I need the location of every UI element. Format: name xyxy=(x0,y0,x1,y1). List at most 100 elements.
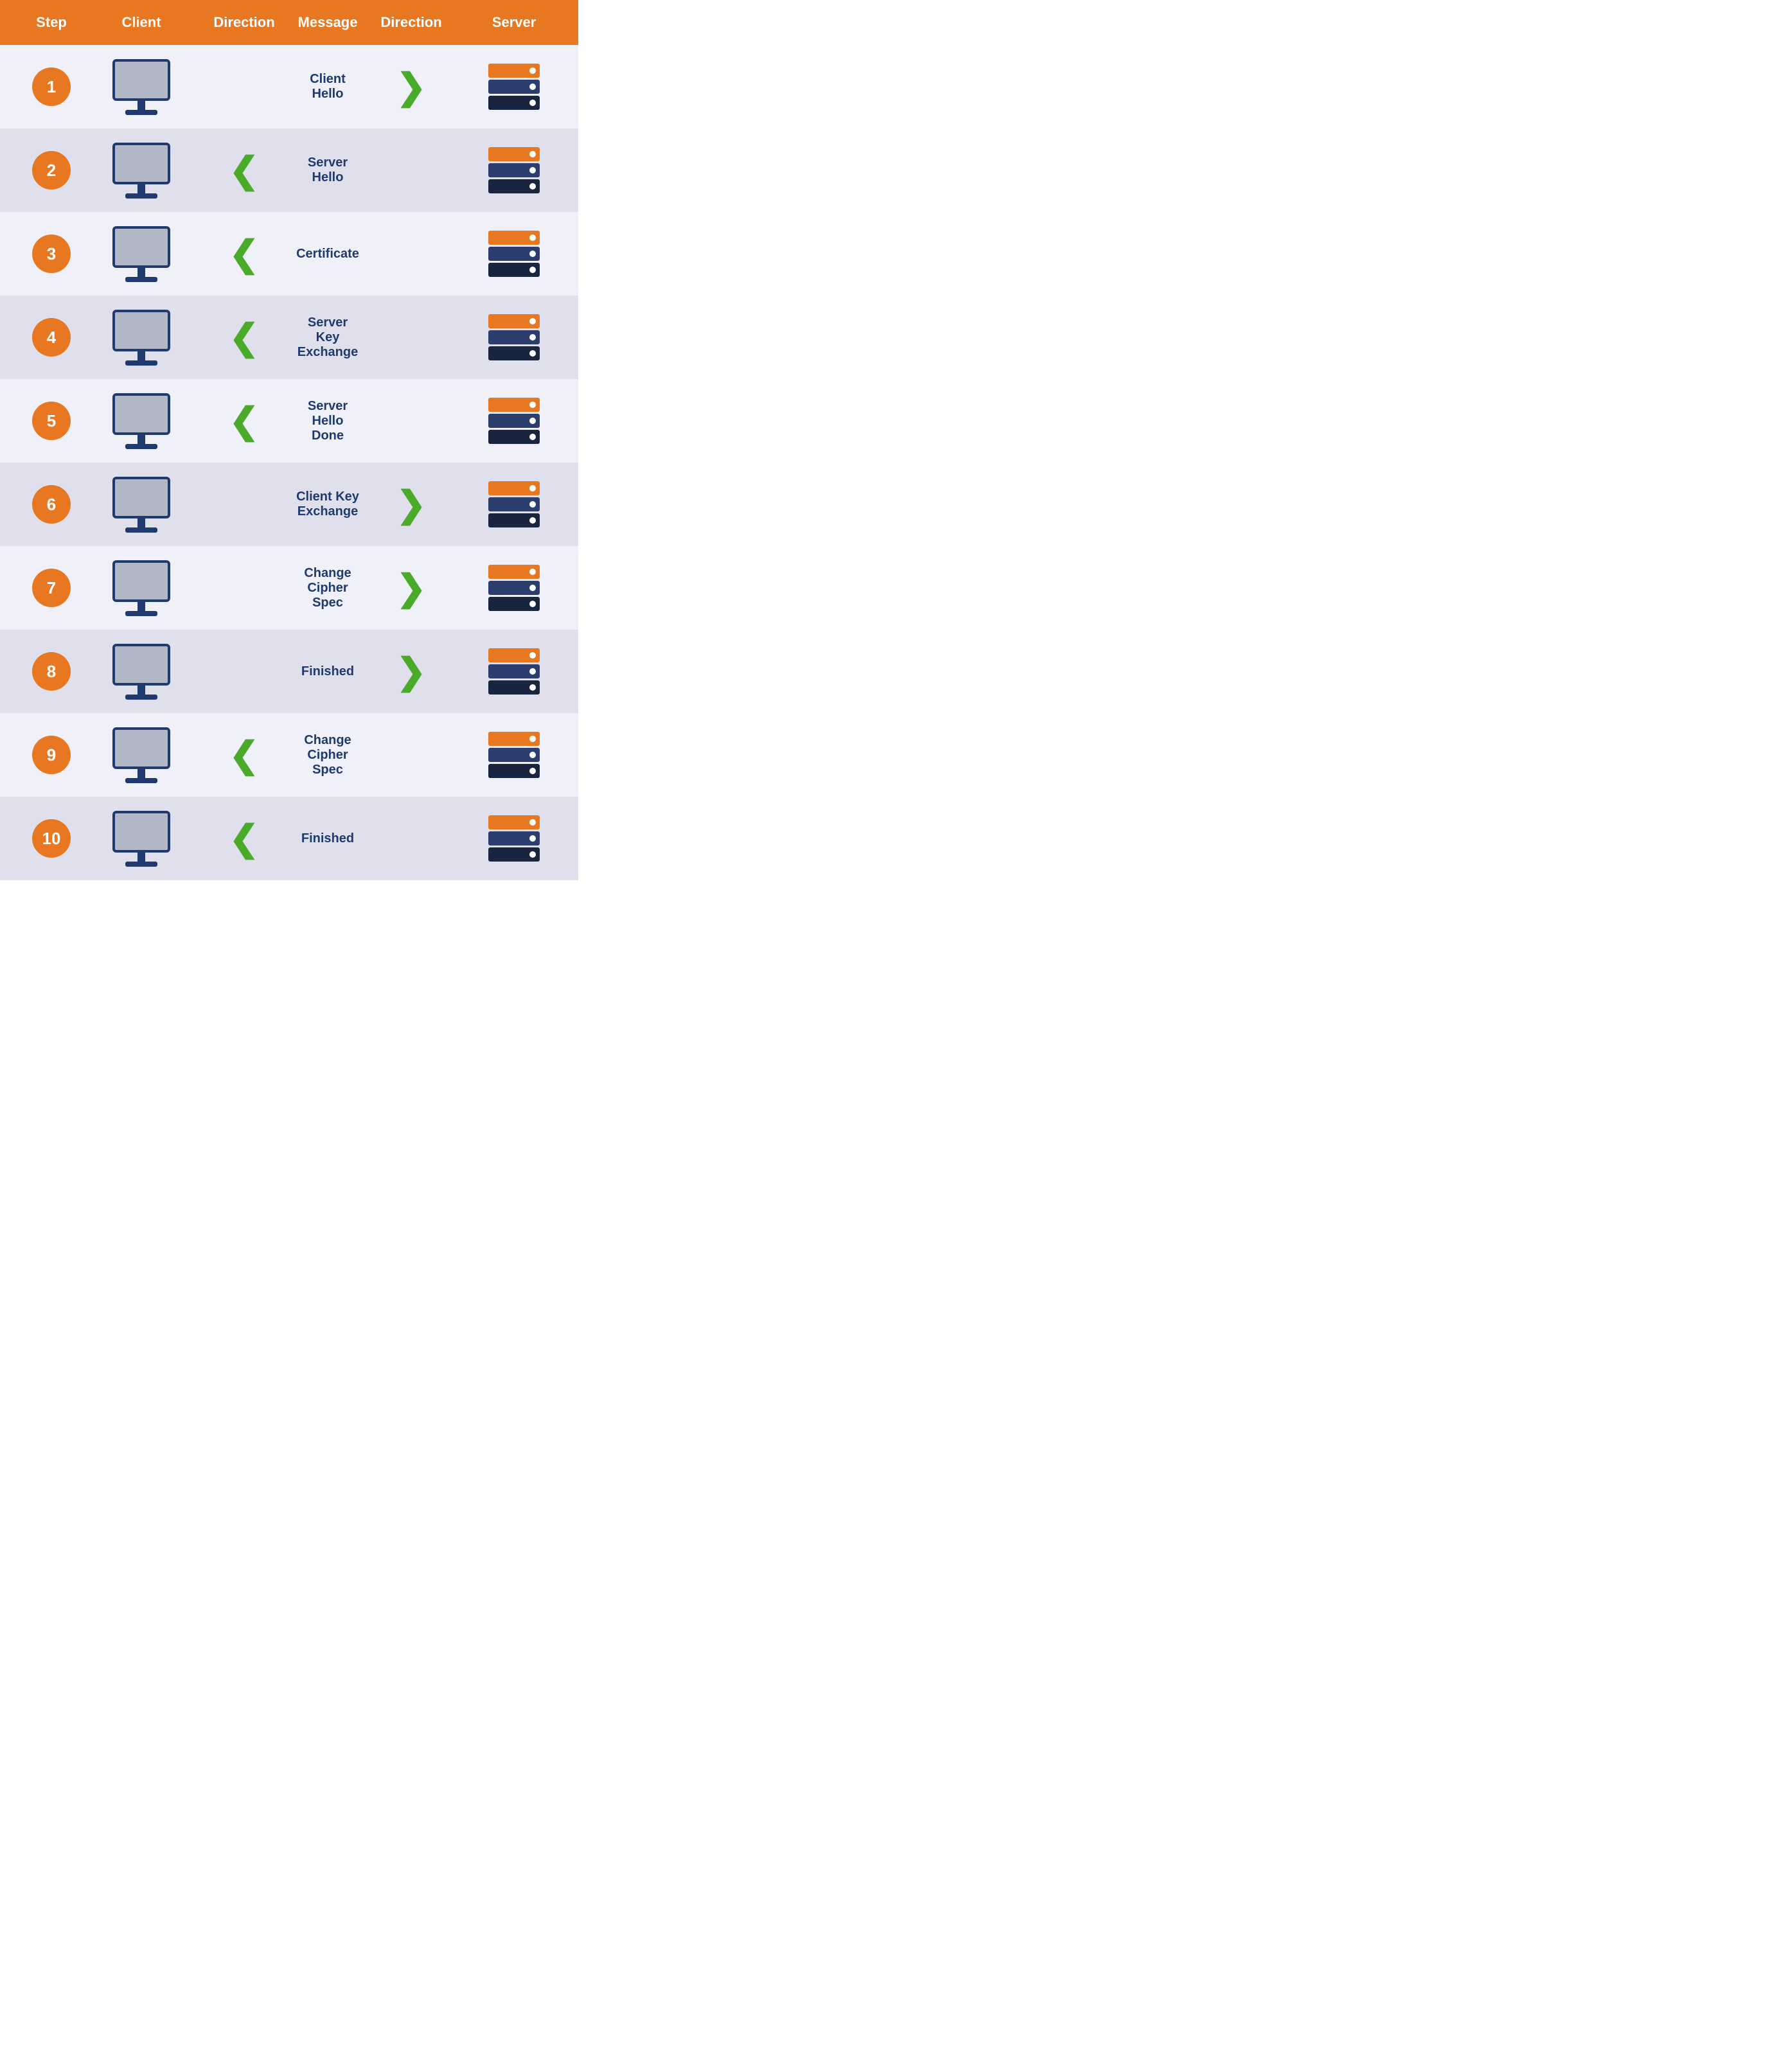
message-col: Certificate xyxy=(296,247,360,261)
monitor-screen xyxy=(112,644,170,686)
step-badge: 3 xyxy=(32,235,71,273)
server-dot xyxy=(529,267,536,273)
step-col: 1 xyxy=(13,67,90,106)
client-monitor-icon xyxy=(112,59,170,115)
monitor-neck xyxy=(138,518,145,527)
server-unit-top xyxy=(488,648,540,662)
monitor-screen xyxy=(112,811,170,853)
client-monitor-icon xyxy=(112,727,170,783)
monitor-neck xyxy=(138,602,145,611)
left-arrow-icon: ❮ xyxy=(229,236,260,272)
step-badge: 2 xyxy=(32,151,71,190)
server-col xyxy=(463,231,565,277)
left-arrow-icon: ❮ xyxy=(229,820,260,856)
server-stack-icon xyxy=(488,64,540,110)
step-col: 10 xyxy=(13,819,90,858)
server-col xyxy=(463,815,565,862)
client-col xyxy=(90,59,193,115)
server-col xyxy=(463,147,565,193)
server-stack-icon xyxy=(488,732,540,778)
server-stack-icon xyxy=(488,398,540,444)
step-badge: 8 xyxy=(32,652,71,691)
message-col: Finished xyxy=(296,664,360,679)
monitor-screen xyxy=(112,143,170,184)
step-col: 2 xyxy=(13,151,90,190)
step-col: 8 xyxy=(13,652,90,691)
step-badge: 4 xyxy=(32,318,71,357)
table-row: 1 Client Hello ❯ xyxy=(0,45,578,128)
step-badge: 10 xyxy=(32,819,71,858)
server-unit-mid xyxy=(488,581,540,595)
server-dot xyxy=(529,517,536,524)
monitor-base xyxy=(125,277,157,282)
monitor-screen xyxy=(112,226,170,268)
left-arrow-icon: ❮ xyxy=(229,319,260,355)
server-unit-bot xyxy=(488,847,540,862)
server-unit-mid xyxy=(488,664,540,678)
server-dot xyxy=(529,235,536,241)
client-col xyxy=(90,226,193,282)
server-dot xyxy=(529,668,536,675)
message-col: Client Hello xyxy=(296,72,360,102)
client-monitor-icon xyxy=(112,310,170,366)
client-col xyxy=(90,727,193,783)
server-unit-top xyxy=(488,64,540,78)
step-col: 9 xyxy=(13,736,90,774)
step-col: 3 xyxy=(13,235,90,273)
monitor-neck xyxy=(138,351,145,360)
direction-client-col: ❮ xyxy=(193,319,296,355)
server-col xyxy=(463,64,565,110)
client-col xyxy=(90,393,193,449)
table-row: 8 Finished ❯ xyxy=(0,630,578,713)
server-dot xyxy=(529,652,536,659)
message-text: Finished xyxy=(301,664,354,679)
right-arrow-icon: ❯ xyxy=(396,570,427,606)
server-dot xyxy=(529,402,536,408)
client-col xyxy=(90,644,193,700)
header-step: Step xyxy=(13,14,90,31)
client-monitor-icon xyxy=(112,226,170,282)
server-stack-icon xyxy=(488,815,540,862)
table-row: 7 Change Cipher Spec ❯ xyxy=(0,546,578,630)
table-row: 2 ❮Server Hello xyxy=(0,128,578,212)
step-col: 7 xyxy=(13,569,90,607)
message-text: Client Hello xyxy=(296,72,360,102)
server-unit-top xyxy=(488,147,540,161)
server-dot xyxy=(529,768,536,774)
monitor-base xyxy=(125,360,157,366)
monitor-neck xyxy=(138,853,145,862)
server-dot xyxy=(529,67,536,74)
message-col: Change Cipher Spec xyxy=(296,566,360,610)
message-text: Change Cipher Spec xyxy=(296,566,360,610)
server-stack-icon xyxy=(488,481,540,527)
table-row: 10 ❮ Finished xyxy=(0,797,578,880)
left-arrow-icon: ❮ xyxy=(229,403,260,439)
monitor-neck xyxy=(138,268,145,277)
monitor-screen xyxy=(112,393,170,435)
server-unit-top xyxy=(488,231,540,245)
server-dot xyxy=(529,851,536,858)
right-arrow-icon: ❯ xyxy=(396,653,427,689)
server-unit-mid xyxy=(488,330,540,344)
message-col: Finished xyxy=(296,831,360,846)
header-server: Server xyxy=(463,14,565,31)
right-arrow-icon: ❯ xyxy=(396,69,427,105)
server-unit-top xyxy=(488,565,540,579)
server-unit-mid xyxy=(488,414,540,428)
step-col: 4 xyxy=(13,318,90,357)
server-dot xyxy=(529,485,536,491)
server-unit-bot xyxy=(488,597,540,611)
monitor-neck xyxy=(138,101,145,110)
server-unit-top xyxy=(488,398,540,412)
server-unit-top xyxy=(488,481,540,495)
monitor-screen xyxy=(112,477,170,518)
server-col xyxy=(463,565,565,611)
client-monitor-icon xyxy=(112,143,170,199)
monitor-neck xyxy=(138,435,145,444)
monitor-base xyxy=(125,193,157,199)
direction-server-col: ❯ xyxy=(360,653,463,689)
step-badge: 1 xyxy=(32,67,71,106)
monitor-screen xyxy=(112,560,170,602)
server-stack-icon xyxy=(488,565,540,611)
server-col xyxy=(463,481,565,527)
